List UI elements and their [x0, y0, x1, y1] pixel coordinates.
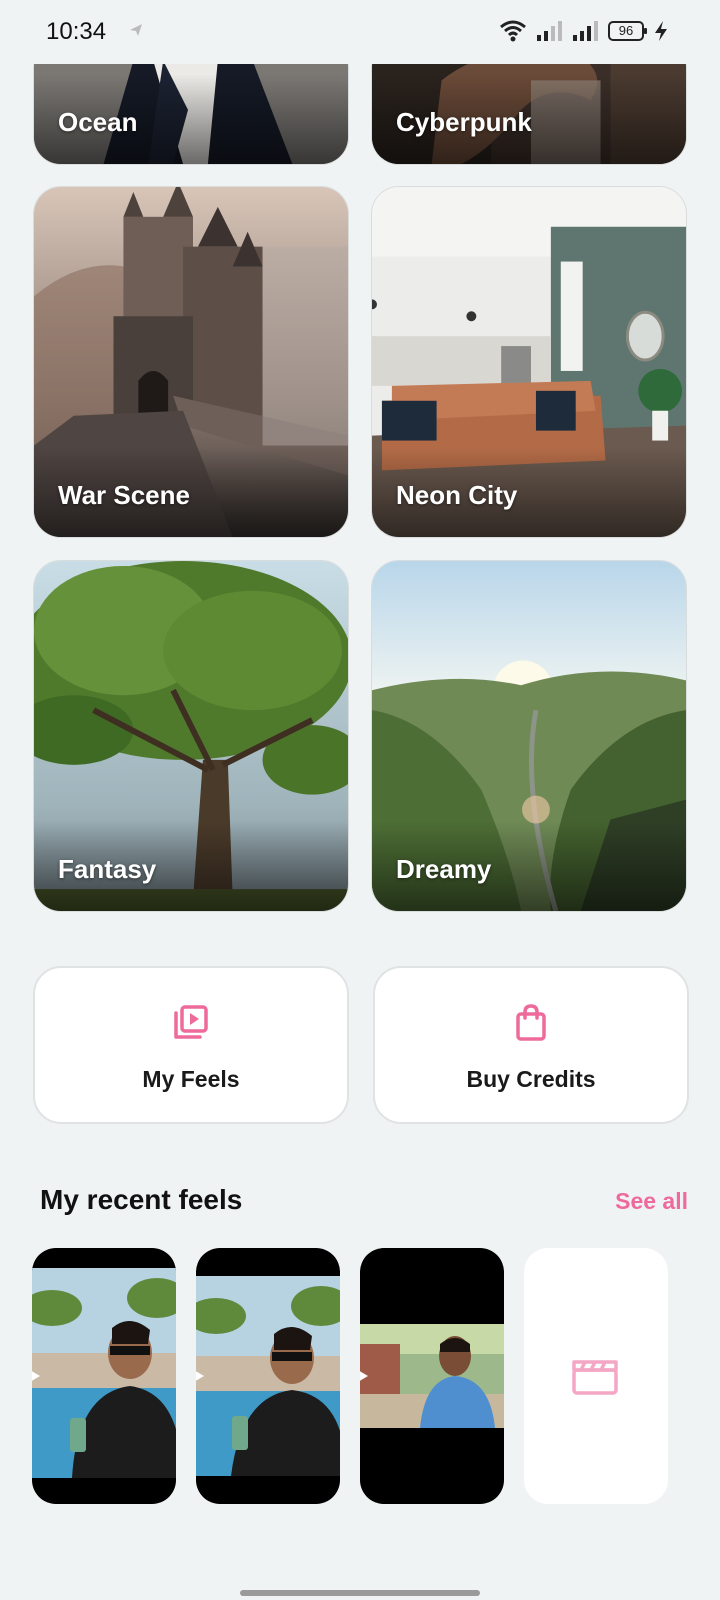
play-icon — [32, 1371, 40, 1381]
style-card-neon-city[interactable]: Neon City — [371, 186, 687, 538]
recent-feel-thumbnail[interactable] — [32, 1248, 176, 1504]
video-library-icon — [174, 1005, 208, 1039]
style-card-fantasy[interactable]: Fantasy — [33, 560, 349, 912]
play-icon — [360, 1371, 368, 1381]
recent-feel-placeholder[interactable] — [524, 1248, 668, 1504]
recent-feels-title: My recent feels — [40, 1184, 243, 1215]
style-label: Ocean — [58, 107, 138, 137]
recent-feel-thumbnail[interactable] — [360, 1248, 504, 1504]
my-feels-button[interactable]: My Feels — [33, 966, 349, 1124]
battery-level: 96 — [618, 23, 634, 38]
play-icon — [196, 1371, 204, 1381]
style-label: Dreamy — [396, 854, 492, 884]
status-time: 10:34 — [46, 18, 107, 45]
clapperboard-icon — [572, 1360, 618, 1395]
status-icons: 96 — [500, 20, 668, 42]
signal-icon — [573, 21, 598, 41]
wifi-icon — [500, 20, 526, 42]
see-all-link[interactable]: See all — [615, 1188, 688, 1215]
style-label: Neon City — [396, 480, 518, 510]
buy-credits-button[interactable]: Buy Credits — [373, 966, 689, 1124]
my-feels-label: My Feels — [142, 1066, 240, 1092]
status-bar: 10:34 96 — [0, 0, 720, 64]
buy-credits-label: Buy Credits — [466, 1066, 596, 1092]
recent-feel-thumbnail[interactable] — [196, 1248, 340, 1504]
battery-icon: 96 — [608, 21, 647, 41]
shopping-bag-icon — [516, 1004, 546, 1041]
style-card-war-scene[interactable]: War Scene — [33, 186, 349, 538]
charging-icon — [655, 21, 667, 41]
navigation-arrow-icon — [130, 24, 142, 36]
home-indicator[interactable] — [240, 1590, 480, 1596]
style-label: Fantasy — [58, 854, 157, 884]
style-card-dreamy[interactable]: Dreamy — [371, 560, 687, 912]
style-label: Cyberpunk — [396, 107, 532, 137]
style-label: War Scene — [58, 480, 190, 510]
signal-icon — [537, 21, 562, 41]
